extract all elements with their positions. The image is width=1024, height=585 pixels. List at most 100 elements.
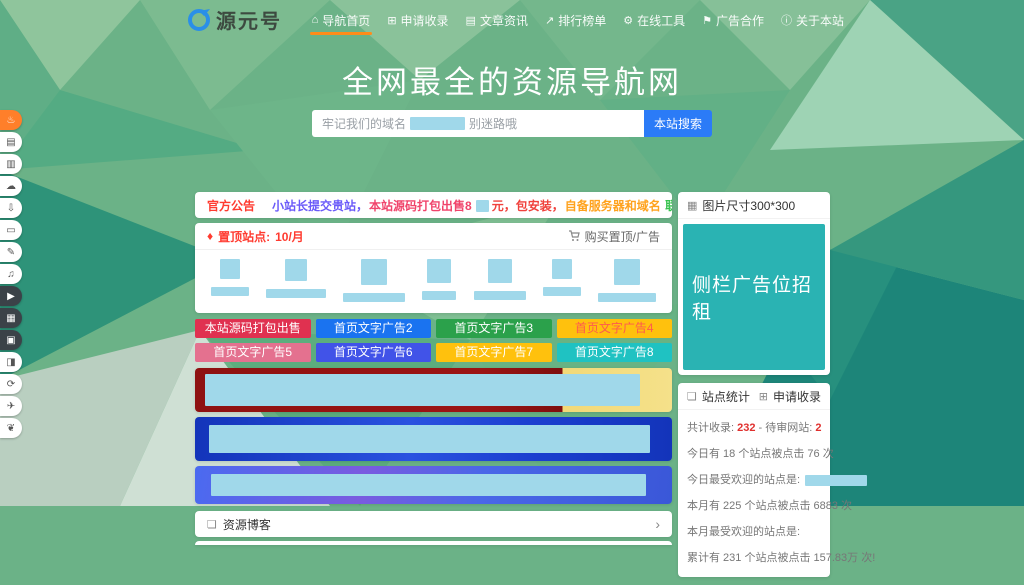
flag-icon: ⚑ [702, 14, 712, 27]
search-placeholder-prefix: 牢记我们的域名 [322, 115, 406, 132]
toolbar-cloud-icon[interactable]: ☁ [0, 176, 22, 196]
main-column: 官方公告 小站长提交贵站，本站源码打包出售8元，包安装，自备服务器和域名 联系Q… [195, 192, 672, 545]
text-ads-grid: 本站源码打包出售首页文字广告2首页文字广告3 首页文字广告4 首页文字广告5 首页文字… [195, 319, 672, 362]
stat-text: 2 [815, 422, 821, 434]
search-input[interactable]: 牢记我们的域名 别迷路哦 [312, 110, 644, 137]
toolbar-download-icon[interactable]: ⇩ [0, 198, 22, 218]
toolbar-book-icon[interactable]: ▤ [0, 132, 22, 152]
sidebar-ad-header: ▦ 图片尺寸300*300 [678, 192, 830, 219]
nav-label: 排行榜单 [558, 12, 606, 29]
censored-site-name [266, 289, 326, 298]
top-site-item[interactable] [211, 259, 249, 302]
logo-text: 源元号 [216, 5, 282, 34]
announcement-segment: 元，包安装， [492, 199, 564, 213]
search-button[interactable]: 本站搜索 [644, 110, 712, 137]
toolbar-video-icon[interactable]: ▶ [0, 286, 22, 306]
text-ad-6[interactable]: 首页文字广告6 [316, 343, 432, 362]
stat-line: 共计收录: 232 - 待审网站: 2 [687, 419, 821, 435]
stat-line: 今日最受欢迎的站点是: [687, 471, 821, 487]
top-sites-title-text: 置顶站点: [218, 228, 270, 245]
nav-item-tools[interactable]: ⚙ 在线工具 [623, 0, 685, 40]
toolbar-desktop-icon[interactable]: ▭ [0, 220, 22, 240]
stat-text: 今日有 18 个站点被点击 76 次 [687, 448, 834, 460]
text-ad-1[interactable]: 本站源码打包出售 [195, 319, 311, 338]
banner-ad-1[interactable] [195, 368, 672, 412]
banner-ad-3[interactable] [195, 466, 672, 504]
apply-inclusion-link[interactable]: ⊞ 申请收录 [759, 388, 821, 405]
nav-item-home[interactable]: ⌂导航首页 [312, 0, 371, 40]
chevron-right-icon[interactable]: › [655, 516, 660, 532]
toolbar-image-icon[interactable]: ◨ [0, 352, 22, 372]
banner-ad-2[interactable] [195, 417, 672, 461]
nav-item-articles[interactable]: ▤ 文章资讯 [466, 0, 528, 40]
nav-item-ranking[interactable]: ↗排行榜单 [545, 0, 606, 40]
sidebar-ad-card: ▦ 图片尺寸300*300 侧栏广告位招租 [678, 192, 830, 375]
toolbar-edit-icon[interactable]: ✎ [0, 242, 22, 262]
buy-top-ad-link[interactable]: 购买置顶/广告 [568, 228, 660, 245]
text-ad-7[interactable]: 首页文字广告7 [436, 343, 552, 362]
toolbar-briefcase-icon[interactable]: ▣ [0, 330, 22, 350]
toolbar-send-icon[interactable]: ✈ [0, 396, 22, 416]
stat-line: 今日有 18 个站点被点击 76 次 [687, 445, 821, 461]
toolbar-refresh-icon[interactable]: ⟳ [0, 374, 22, 394]
top-sites-header: ♦ 置顶站点: 10/月 购买置顶/广告 [195, 223, 672, 250]
censored-site-name [805, 475, 867, 486]
nav-label: 导航首页 [322, 12, 370, 29]
book-icon: ❏ [207, 518, 217, 531]
top-site-item[interactable] [598, 259, 656, 302]
nav-item-ads[interactable]: ⚑广告合作 [702, 0, 764, 40]
censored-site-name [474, 291, 526, 300]
text-ad-8[interactable]: 首页文字广告8 [557, 343, 673, 362]
censored-favicon [552, 259, 572, 279]
toolbar-hot-icon[interactable]: ♨ [0, 110, 22, 130]
logo-icon [186, 7, 212, 33]
toolbar-film-icon[interactable]: ▦ [0, 308, 22, 328]
announcement-segment: 自备服务器和域名 [565, 199, 664, 213]
site-stats-card: ❏ 站点统计 ⊞ 申请收录 共计收录: 232 - 待审网站: 2今日有 18 … [678, 383, 830, 577]
search-bar: 牢记我们的域名 别迷路哦 本站搜索 [312, 110, 712, 137]
top-site-item[interactable] [422, 259, 456, 302]
gears-icon: ⚙ [623, 14, 633, 27]
sidebar-ad-placeholder[interactable]: 侧栏广告位招租 [683, 224, 825, 370]
censored-text [476, 200, 489, 212]
cart-icon [568, 230, 580, 242]
top-site-item[interactable] [474, 259, 526, 302]
top-site-item[interactable] [343, 259, 405, 302]
site-stats-body: 共计收录: 232 - 待审网站: 2 今日有 18 个站点被点击 76 次今日最… [678, 410, 830, 577]
stat-text: 232 [737, 422, 755, 434]
top-site-item[interactable] [266, 259, 326, 302]
stat-text: 本月最受欢迎的站点是: [687, 526, 800, 538]
site-logo[interactable]: 源元号 [186, 5, 282, 34]
apply-inclusion-label: 申请收录 [773, 388, 821, 405]
nav-item-apply[interactable]: ⊞申请收录 [387, 0, 448, 40]
nav-label: 关于本站 [796, 12, 844, 29]
left-toolbar: ♨▤▥☁⇩▭✎♫▶▦▣◨⟳✈❦ [0, 110, 22, 438]
sidebar-ad-body: 侧栏广告位招租 [678, 219, 830, 375]
censored-domain [410, 117, 465, 130]
censored-banner-2 [209, 425, 650, 453]
text-ad-3[interactable]: 首页文字广告3 [436, 319, 552, 338]
announcement-text: 小站长提交贵站，本站源码打包出售8元，包安装，自备服务器和域名 联系QQ [272, 197, 672, 214]
text-ad-5[interactable]: 首页文字广告5 [195, 343, 311, 362]
nav-label: 文章资讯 [480, 12, 528, 29]
censored-favicon [361, 259, 387, 285]
stat-text: - 待审网站: [755, 422, 815, 434]
toolbar-music-icon[interactable]: ♫ [0, 264, 22, 284]
folder-icon: ▤ [466, 14, 476, 27]
censored-banner-1 [205, 374, 640, 406]
text-ad-4[interactable]: 首页文字广告4 [557, 319, 673, 338]
top-site-item[interactable] [543, 259, 581, 302]
top-sites-title: ♦ 置顶站点: 10/月 [207, 228, 304, 245]
stat-line: 本月有 225 个站点被点击 6883 次 [687, 497, 821, 513]
toolbar-leaf-icon[interactable]: ❦ [0, 418, 22, 438]
nav-label: 在线工具 [637, 12, 685, 29]
main-nav: ⌂导航首页 ⊞申请收录 ▤ 文章资讯 ↗排行榜单 ⚙ 在线工具 ⚑广告合作 ⓘ关于本站 [312, 0, 844, 40]
announcement-segment: 小站长提交贵站， [272, 199, 368, 213]
top-sites-grid [195, 250, 672, 313]
buy-top-ad-label: 购买置顶/广告 [585, 228, 660, 245]
text-ad-2[interactable]: 首页文字广告2 [316, 319, 432, 338]
nav-item-about[interactable]: ⓘ关于本站 [781, 0, 844, 40]
toolbar-document-icon[interactable]: ▥ [0, 154, 22, 174]
stat-line: 累计有 231 个站点被点击 157.83万 次! [687, 549, 821, 565]
nav-label: 申请收录 [401, 12, 449, 29]
